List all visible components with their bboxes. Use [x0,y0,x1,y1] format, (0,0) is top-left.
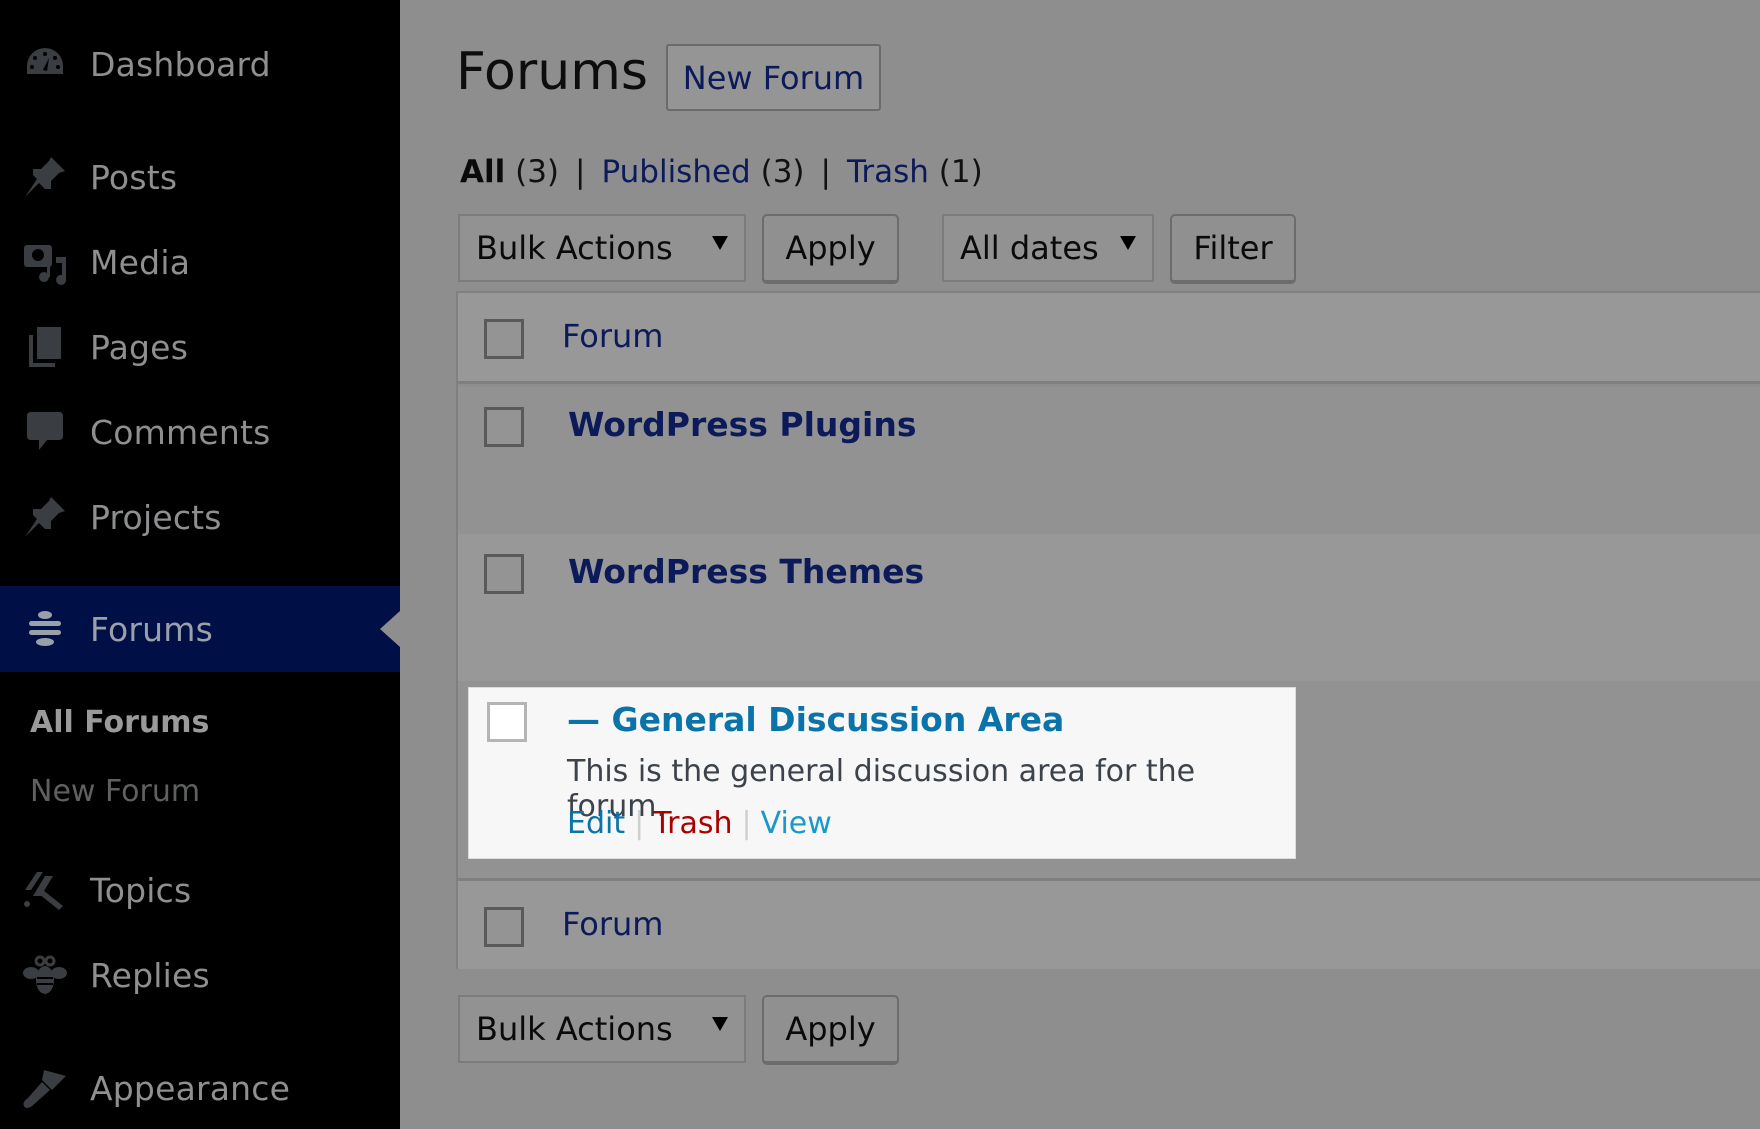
dropdown-caret-icon [712,236,728,250]
bulk-actions-select-top[interactable]: Bulk Actions [458,214,746,282]
sidebar-item-label: Forums [90,609,214,649]
sidebar-item-label: Topics [90,870,192,910]
column-header-forum[interactable]: Forum [562,317,663,355]
select-all-checkbox-bottom[interactable] [484,907,524,947]
pages-icon [22,324,68,370]
sidebar-item-label: Appearance [90,1068,291,1108]
page-title: Forums [456,42,648,102]
dropdown-caret-icon [712,1017,728,1031]
topics-icon [22,867,68,913]
edit-link[interactable]: Edit [567,806,625,841]
media-icon [22,239,68,285]
forums-icon [22,606,68,652]
apply-button-bottom[interactable]: Apply [762,995,899,1065]
date-filter-select[interactable]: All dates [942,214,1154,282]
submenu-item-all-forums[interactable]: All Forums [30,705,209,740]
sidebar-item-topics[interactable]: Topics [0,860,400,920]
filter-published-count: (3) [760,154,805,190]
date-filter-value: All dates [960,229,1099,267]
select-all-checkbox[interactable] [484,319,524,359]
sidebar-item-media[interactable]: Media [0,232,400,292]
row-actions: Edit | Trash | View [567,806,832,841]
table-footer: Forum [458,878,1760,969]
forum-title-link[interactable]: WordPress Themes [568,552,924,591]
sidebar-item-posts[interactable]: Posts [0,147,400,207]
view-link[interactable]: View [761,806,832,841]
replies-icon [22,952,68,998]
highlighted-row: — General Discussion Area This is the ge… [468,687,1296,859]
table-row: WordPress Themes [458,534,1760,681]
trash-link[interactable]: Trash [653,806,732,841]
filter-published-link[interactable]: Published [601,154,750,190]
sidebar-item-appearance[interactable]: Appearance [0,1058,400,1118]
paintbrush-icon [22,1065,68,1111]
filter-published[interactable]: Published (3) [601,154,804,190]
forums-table: Forum WordPress Plugins WordPress Themes… [456,291,1760,969]
filter-all-count: (3) [515,154,560,190]
row-checkbox[interactable] [487,702,527,742]
table-header: Forum [458,293,1760,384]
main-content: Forums New Forum All (3) | Published (3)… [400,0,1760,1129]
apply-button-top[interactable]: Apply [762,214,899,284]
filter-all-label: All [460,154,506,190]
separator: | [634,806,645,841]
sidebar-item-comments[interactable]: Comments [0,402,400,462]
separator: | [820,154,831,190]
row-checkbox[interactable] [484,407,524,447]
pin-icon [22,154,68,200]
separator: | [575,154,586,190]
dashboard-icon [22,41,68,87]
submenu-item-new-forum[interactable]: New Forum [30,774,200,809]
column-footer-forum[interactable]: Forum [562,905,663,943]
sidebar-item-label: Comments [90,412,271,452]
sidebar-item-label: Dashboard [90,44,271,84]
sidebar-item-replies[interactable]: Replies [0,945,400,1005]
row-checkbox[interactable] [484,554,524,594]
comment-icon [22,409,68,455]
sidebar-item-forums[interactable]: Forums [0,586,400,672]
sidebar-item-label: Pages [90,327,189,367]
filter-all[interactable]: All (3) [460,154,559,190]
bulk-actions-value: Bulk Actions [476,229,673,267]
bulk-actions-value: Bulk Actions [476,1010,673,1048]
status-filter-links: All (3) | Published (3) | Trash (1) [460,154,983,190]
table-row: — General Discussion Area This is the ge… [458,681,1760,878]
sidebar-item-label: Posts [90,157,178,197]
filter-button[interactable]: Filter [1170,214,1296,284]
sidebar-item-pages[interactable]: Pages [0,317,400,377]
sidebar-item-dashboard[interactable]: Dashboard [0,34,400,94]
bulk-actions-select-bottom[interactable]: Bulk Actions [458,995,746,1063]
filter-trash-count: (1) [938,154,983,190]
pin-icon [22,494,68,540]
filter-trash-link[interactable]: Trash [847,154,929,190]
sidebar-item-label: Replies [90,955,210,995]
dropdown-caret-icon [1120,236,1136,250]
sidebar-item-label: Projects [90,497,222,537]
sidebar-item-projects[interactable]: Projects [0,487,400,547]
separator: | [741,806,752,841]
sidebar-item-label: Media [90,242,191,282]
new-forum-button[interactable]: New Forum [666,44,881,111]
forum-title-link[interactable]: WordPress Plugins [568,405,916,444]
forum-title-link[interactable]: — General Discussion Area [567,700,1064,739]
table-row: WordPress Plugins [458,387,1760,534]
filter-trash[interactable]: Trash (1) [847,154,983,190]
active-indicator-arrow [380,611,400,647]
admin-sidebar: Dashboard Posts Media Pages Comments Pro… [0,0,400,1129]
